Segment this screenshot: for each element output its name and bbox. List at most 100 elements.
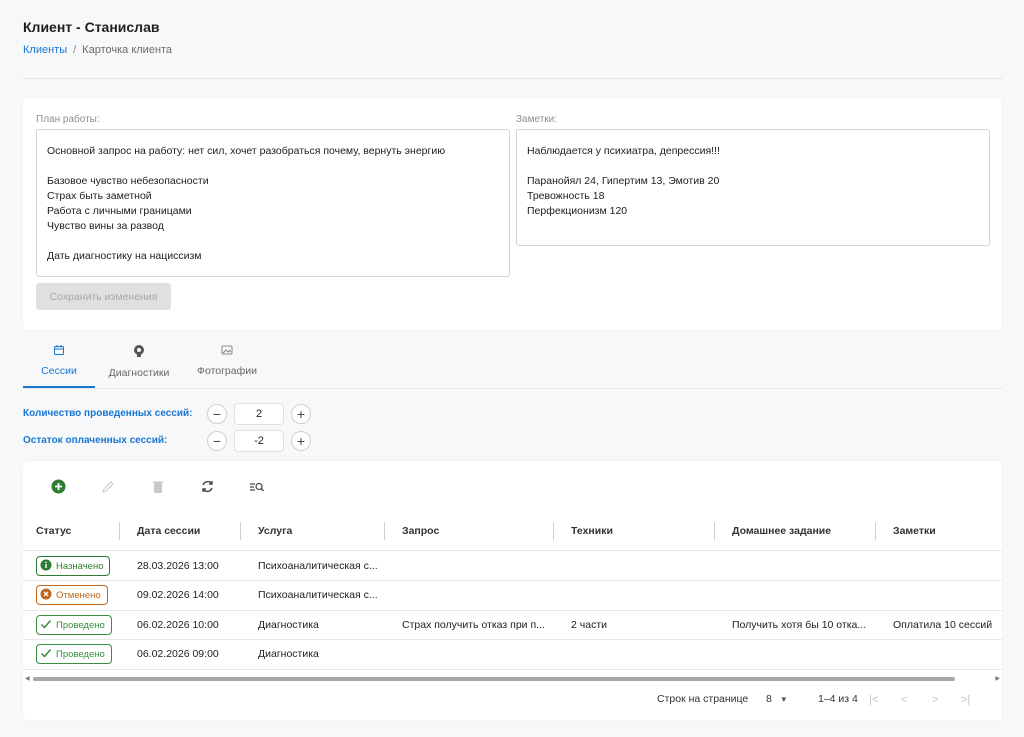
next-page-icon[interactable]: > — [932, 694, 938, 706]
plus-icon: + — [296, 433, 306, 449]
cell-homework: Получить хотя бы 10 отка... — [732, 619, 867, 631]
status-badge: Проведено — [36, 615, 112, 635]
column-header-notes[interactable]: Заметки — [893, 519, 936, 543]
pagination-range: 1–4 из 4 — [818, 693, 858, 705]
sessions-done-input[interactable]: 2 — [234, 403, 284, 425]
delete-session-button[interactable] — [148, 479, 168, 499]
minus-icon: − — [212, 433, 222, 449]
rows-per-page-label: Строк на странице — [657, 693, 749, 705]
delete-icon — [152, 480, 164, 499]
tabs-divider — [23, 388, 1002, 389]
first-page-icon[interactable]: |< — [869, 694, 878, 706]
row-divider — [23, 580, 1002, 581]
client-info-card: План работы: Основной запрос на работу: … — [23, 98, 1002, 330]
column-separator[interactable] — [119, 522, 120, 540]
breadcrumb: Клиенты / Карточка клиента — [23, 44, 172, 56]
column-separator[interactable] — [875, 522, 876, 540]
tab-diagnostics-label: Диагностики — [108, 367, 170, 379]
sessions-left-input[interactable]: -2 — [234, 430, 284, 452]
scroll-right-icon[interactable]: ▶ — [995, 675, 1000, 682]
column-header-techniques[interactable]: Техники — [571, 519, 613, 543]
notes-label: Заметки: — [516, 114, 558, 125]
add-icon — [51, 479, 66, 499]
save-changes-button[interactable]: Сохранить изменения — [36, 283, 171, 310]
scrollbar-thumb[interactable] — [33, 677, 955, 681]
column-separator[interactable] — [714, 522, 715, 540]
row-divider — [23, 550, 1002, 551]
image-icon — [221, 340, 233, 365]
filter-search-button[interactable] — [247, 479, 267, 499]
column-separator[interactable] — [553, 522, 554, 540]
tab-sessions-label: Сессии — [41, 365, 77, 377]
sessions-done-label: Количество проведенных сессий: — [23, 408, 193, 419]
status-badge: Отменено — [36, 585, 108, 605]
breadcrumb-separator: / — [73, 44, 77, 56]
breadcrumb-clients-link[interactable]: Клиенты — [23, 44, 67, 56]
column-header-service[interactable]: Услуга — [258, 519, 292, 543]
status-label: Отменено — [56, 589, 101, 601]
cell-date: 06.02.2026 10:00 — [137, 619, 219, 631]
sessions-left-decrement-button[interactable]: − — [207, 431, 227, 451]
rows-per-page-value: 8 — [766, 693, 772, 705]
sessions-done-decrement-button[interactable]: − — [207, 404, 227, 424]
refresh-button[interactable] — [197, 479, 217, 499]
column-header-date[interactable]: Дата сессии — [137, 519, 200, 543]
horizontal-scrollbar[interactable]: ◀ ▶ — [23, 675, 1002, 683]
breadcrumb-current: Карточка клиента — [82, 44, 173, 56]
notes-textarea[interactable]: Наблюдается у психиатра, депрессия!!! Па… — [516, 129, 990, 246]
scroll-left-icon[interactable]: ◀ — [25, 675, 30, 682]
header-divider — [23, 78, 1002, 79]
sessions-left-label: Остаток оплаченных сессий: — [23, 435, 168, 446]
cell-date: 06.02.2026 09:00 — [137, 648, 219, 660]
plus-icon: + — [296, 406, 306, 422]
sessions-table-card: Статус Дата сессии Услуга Запрос Техники… — [23, 461, 1002, 720]
dropdown-arrow-icon: ▼ — [779, 694, 788, 704]
rows-per-page-select[interactable]: 8 ▼ — [766, 693, 788, 705]
cell-date: 09.02.2026 14:00 — [137, 589, 219, 601]
status-label: Проведено — [56, 648, 105, 660]
check-icon — [40, 647, 52, 662]
column-separator[interactable] — [384, 522, 385, 540]
row-divider — [23, 610, 1002, 611]
row-divider — [23, 639, 1002, 640]
tab-photos-label: Фотографии — [196, 365, 257, 377]
last-page-icon[interactable]: >| — [961, 694, 970, 706]
info-icon — [40, 559, 52, 574]
calendar-icon — [53, 340, 65, 365]
plan-textarea[interactable]: Основной запрос на работу: нет сил, хоче… — [36, 129, 510, 277]
brain-icon — [132, 340, 146, 367]
status-badge: Проведено — [36, 644, 112, 664]
cell-techniques: 2 части — [571, 619, 607, 631]
tab-sessions[interactable]: Сессии — [23, 340, 95, 388]
cell-service: Диагностика — [258, 619, 319, 631]
previous-page-icon[interactable]: < — [901, 694, 907, 706]
cell-service: Диагностика — [258, 648, 319, 660]
page-title: Клиент - Станислав — [23, 19, 160, 35]
refresh-icon — [200, 479, 215, 499]
tab-photos[interactable]: Фотографии — [191, 340, 263, 388]
edit-icon — [101, 480, 115, 499]
row-divider — [23, 669, 1002, 670]
cell-date: 28.03.2026 13:00 — [137, 560, 219, 572]
status-label: Назначено — [56, 560, 104, 572]
minus-icon: − — [212, 406, 222, 422]
sessions-done-increment-button[interactable]: + — [291, 404, 311, 424]
status-badge: Назначено — [36, 556, 111, 576]
cell-service: Психоаналитическая с... — [258, 589, 378, 601]
column-header-request[interactable]: Запрос — [402, 519, 439, 543]
check-icon — [40, 618, 52, 633]
cancel-icon — [40, 588, 52, 603]
cell-request: Страх получить отказ при п... — [402, 619, 545, 631]
column-separator[interactable] — [240, 522, 241, 540]
add-session-button[interactable] — [48, 479, 68, 499]
column-header-homework[interactable]: Домашнее задание — [732, 519, 831, 543]
status-label: Проведено — [56, 619, 105, 631]
filter-search-icon — [249, 480, 265, 498]
cell-service: Психоаналитическая с... — [258, 560, 378, 572]
plan-label: План работы: — [36, 114, 100, 125]
column-header-status[interactable]: Статус — [36, 519, 71, 543]
tab-diagnostics[interactable]: Диагностики — [103, 340, 175, 388]
cell-notes: Оплатила 10 сессий — [893, 619, 993, 631]
sessions-left-increment-button[interactable]: + — [291, 431, 311, 451]
edit-session-button[interactable] — [98, 479, 118, 499]
